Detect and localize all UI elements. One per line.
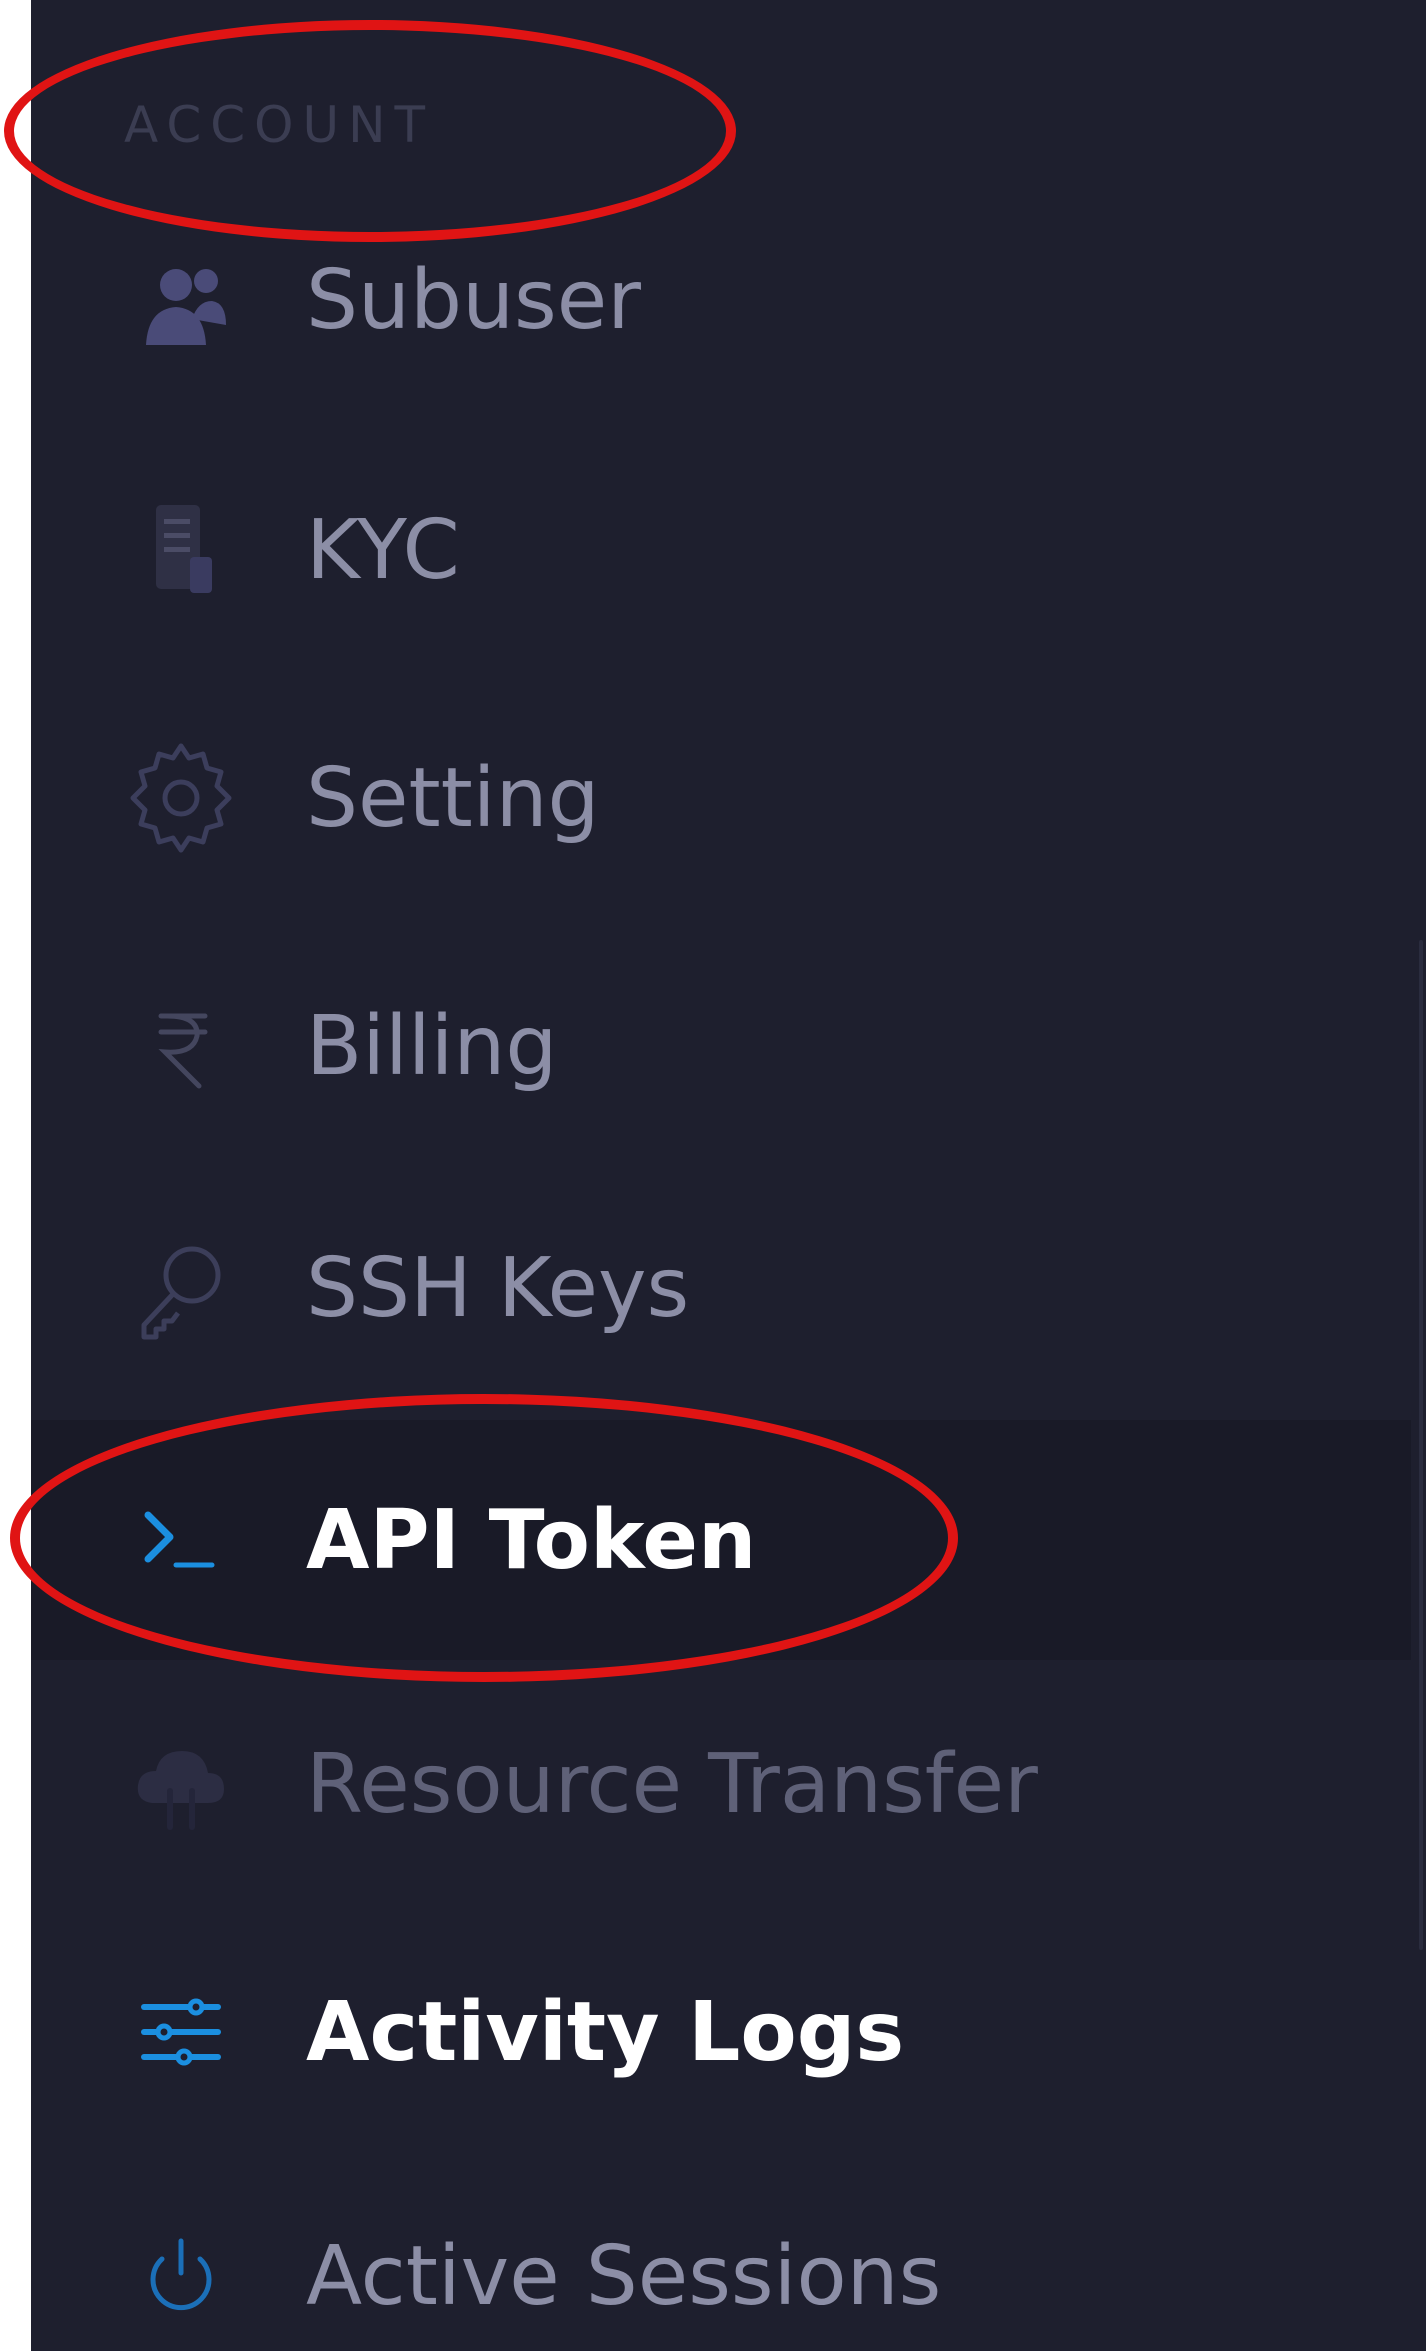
- sidebar-item-api-token[interactable]: API Token: [31, 1420, 1411, 1660]
- sidebar-item-resource-transfer[interactable]: Resource Transfer: [31, 1704, 1411, 1864]
- sidebar-item-label: Active Sessions: [306, 2228, 942, 2324]
- gear-icon: [121, 738, 241, 858]
- sidebar-item-billing[interactable]: Billing: [31, 966, 1411, 1126]
- sidebar-item-label: API Token: [306, 1492, 757, 1588]
- terminal-icon: [121, 1480, 241, 1600]
- sliders-icon: [121, 1972, 241, 2092]
- users-icon: [121, 240, 241, 360]
- sidebar-item-label: Resource Transfer: [306, 1736, 1038, 1832]
- section-title-account: ACCOUNT: [124, 96, 435, 154]
- sidebar-item-subuser[interactable]: Subuser: [31, 220, 1411, 380]
- rupee-icon: [121, 986, 241, 1106]
- sidebar-item-label: Subuser: [306, 252, 641, 348]
- sidebar-item-label: Setting: [306, 750, 600, 846]
- sidebar-item-label: Billing: [306, 998, 558, 1094]
- power-icon: [121, 2216, 241, 2336]
- key-icon: [121, 1228, 241, 1348]
- document-icon: [121, 490, 241, 610]
- scrollbar[interactable]: [1419, 940, 1423, 1950]
- cloud-transfer-icon: [121, 1724, 241, 1844]
- sidebar-item-label: SSH Keys: [306, 1240, 690, 1336]
- page: ACCOUNT Subuser KYC Setting Billing SSH …: [0, 0, 1426, 2351]
- sidebar-item-label: Activity Logs: [306, 1984, 905, 2080]
- sidebar-item-label: KYC: [306, 502, 460, 598]
- sidebar-item-setting[interactable]: Setting: [31, 718, 1411, 878]
- sidebar-item-kyc[interactable]: KYC: [31, 470, 1411, 630]
- sidebar-item-ssh-keys[interactable]: SSH Keys: [31, 1208, 1411, 1368]
- sidebar-item-activity-logs[interactable]: Activity Logs: [31, 1952, 1411, 2112]
- sidebar-item-active-sessions[interactable]: Active Sessions: [31, 2196, 1411, 2351]
